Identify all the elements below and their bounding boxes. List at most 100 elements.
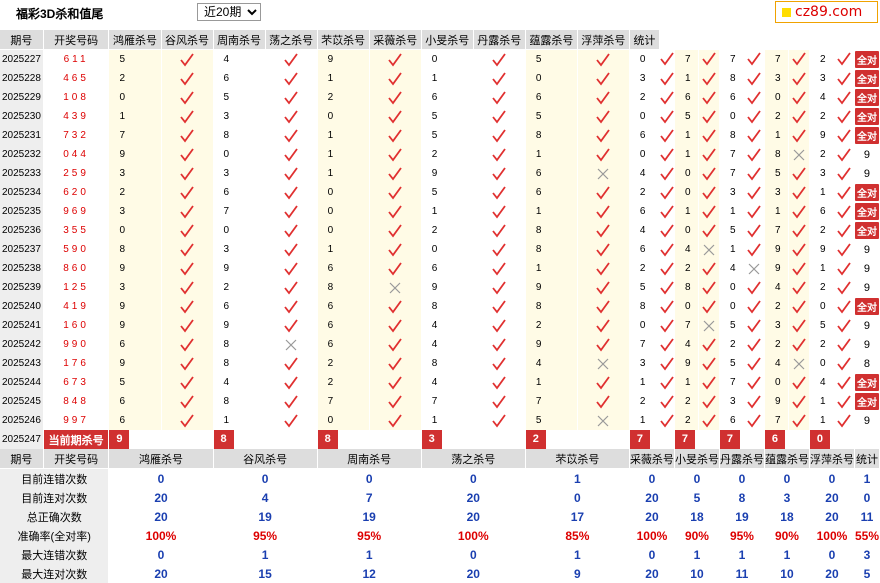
hit-mark-cell [788,49,810,69]
kill-number-cell: 5 [108,49,162,69]
kill-number-cell: 8 [764,145,789,164]
all-correct-badge: 全对 [854,108,879,125]
stat-cell: 全对 [854,183,880,202]
hit-mark-cell [577,392,630,411]
check-icon [388,394,402,408]
hit-mark-cell [743,354,765,373]
check-icon [180,147,194,161]
summary-value: 1 [854,468,880,488]
summary-value: 0 [108,545,214,564]
period-cell: 2025233 [0,164,44,183]
stat-count: 9 [863,414,871,427]
draw-number-cell: 990 [43,335,110,354]
summary-value: 19 [213,507,318,526]
hit-mark-cell [698,107,720,126]
check-icon [702,223,716,237]
check-icon [284,90,298,104]
kill-number-cell: 0 [674,164,699,183]
check-icon [492,280,507,294]
summary-value: 0 [719,468,765,488]
check-icon [180,71,194,85]
hit-mark-cell [743,221,765,240]
column-header: 荡之杀号 [421,449,526,469]
check-icon [660,223,674,237]
hit-mark-cell [577,69,630,88]
hit-mark-cell [369,221,422,240]
check-icon [837,147,851,161]
hit-mark-cell [833,107,855,126]
period-cell: 2025232 [0,145,44,164]
check-icon [492,71,507,85]
check-icon [388,52,402,66]
table-row: 2025228 465 2 6 1 1 0 3 1 8 3 3 全对 [0,69,880,88]
check-icon [660,356,674,370]
check-icon [492,128,507,142]
check-icon [747,394,761,408]
check-icon [660,166,674,180]
kill-number-cell: 9 [108,145,162,164]
check-icon [284,204,298,218]
current-period-row: 2025247 当前期杀号 9 8 8 3 2 7 7 7 6 0 [0,430,880,449]
stat-cell: 9 [854,411,880,430]
check-icon [284,413,298,427]
kill-number-cell: 3 [108,278,162,297]
hit-mark-cell [743,69,765,88]
stat-cell: 9 [854,278,880,297]
check-icon [660,280,674,294]
kill-number-cell: 2 [764,107,789,126]
column-header: 谷风杀号 [161,30,214,50]
check-icon [747,185,761,199]
hit-mark-cell [265,202,318,221]
check-icon [747,375,761,389]
hit-mark-cell [369,107,422,126]
check-icon [596,71,611,85]
draw-number-cell: 259 [43,164,110,183]
draw-number-cell: 160 [43,316,110,335]
summary-value: 20 [629,488,675,507]
kill-number-cell: 2 [674,392,699,411]
check-icon [702,109,716,123]
hit-mark-cell [833,297,855,316]
check-icon [180,375,194,389]
check-icon [596,147,611,161]
hit-mark-cell [788,259,810,278]
summary-value: 100% [629,526,675,545]
kill-number-cell: 6 [629,202,660,221]
check-icon [596,223,611,237]
period-cell: 2025236 [0,221,44,240]
period-select[interactable]: 近20期 [197,3,261,21]
kill-number-cell: 0 [213,221,266,240]
period-cell: 2025243 [0,354,44,373]
column-header: 小旻杀号 [674,449,720,469]
kill-number-cell: 1 [674,202,699,221]
kill-number-cell: 2 [674,411,699,430]
summary-value: 100% [421,526,526,545]
kill-number-cell: 8 [317,278,370,297]
kill-number-cell: 2 [764,297,789,316]
kill-number-cell: 6 [317,335,370,354]
draw-number-cell: 969 [43,202,110,221]
column-header: 芣苡杀号 [525,449,630,469]
kill-number-cell: 7 [629,335,660,354]
current-kill-cell: 8 [213,430,318,449]
hit-mark-cell [161,202,214,221]
site-logo[interactable]: cz89.com [775,1,878,23]
check-icon [792,90,806,104]
column-header: 蕴露杀号 [764,449,810,469]
check-icon [180,318,194,332]
table-row: 2025246 997 6 1 0 1 5 1 2 6 7 1 9 [0,411,880,430]
hit-mark-cell [743,259,765,278]
hit-mark-cell [698,411,720,430]
kill-number-cell: 0 [629,316,660,335]
draw-number-cell: 176 [43,354,110,373]
hit-mark-cell [659,126,675,145]
stat-count: 9 [863,338,871,351]
kill-number-cell: 4 [764,278,789,297]
kill-number-cell: 0 [629,107,660,126]
hit-mark-cell [698,88,720,107]
kill-number-cell: 4 [719,259,744,278]
table-row: 2025241 160 9 9 6 4 2 0 7 5 3 5 9 [0,316,880,335]
hit-mark-cell [659,107,675,126]
period-cell: 2025227 [0,49,44,69]
kill-number-cell: 0 [317,183,370,202]
